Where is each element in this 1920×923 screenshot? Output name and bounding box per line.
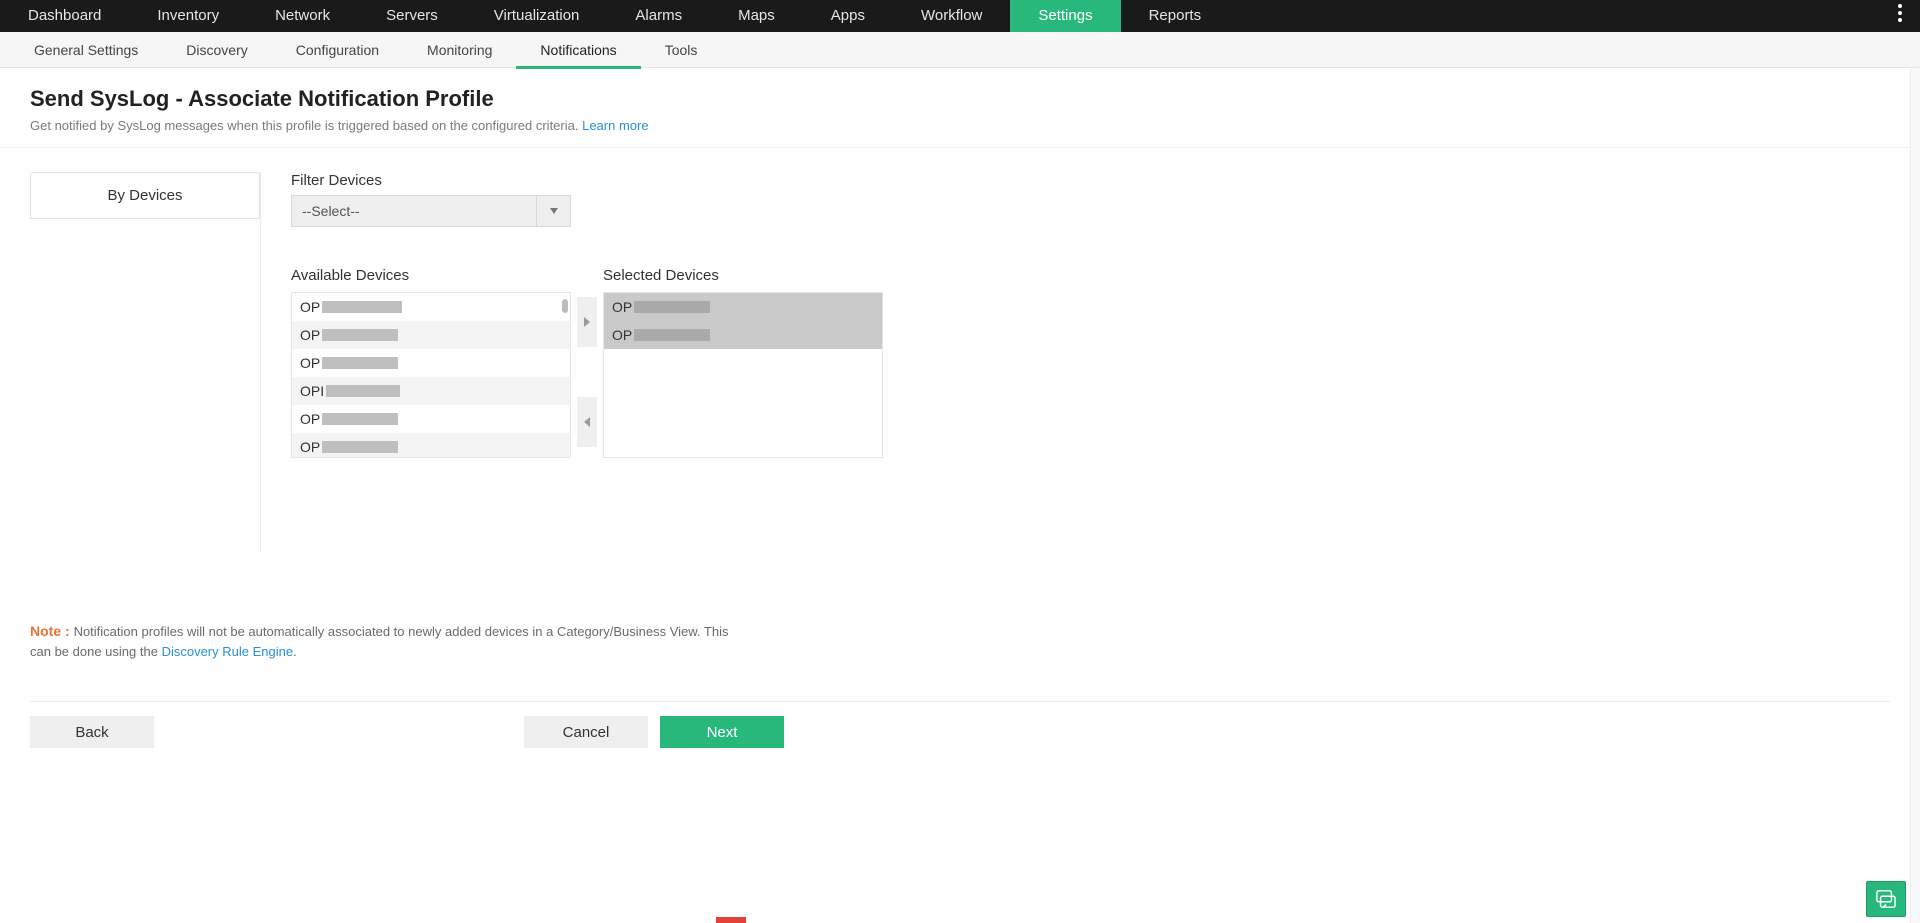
masked-text (322, 413, 398, 425)
device-prefix: OP (612, 327, 632, 343)
left-tabs: By Devices (30, 172, 260, 552)
masked-text (322, 357, 398, 369)
device-prefix: OP (300, 355, 320, 371)
chat-widget-button[interactable] (1866, 881, 1906, 917)
nav-virtualization[interactable]: Virtualization (466, 0, 608, 32)
subnav-monitoring[interactable]: Monitoring (403, 32, 516, 68)
learn-more-link[interactable]: Learn more (582, 118, 648, 133)
masked-text (322, 441, 398, 453)
masked-text (634, 329, 710, 341)
filter-devices-select[interactable]: --Select-- (291, 195, 571, 227)
subnav-configuration[interactable]: Configuration (272, 32, 403, 68)
list-item[interactable]: OP (604, 321, 882, 349)
nav-maps[interactable]: Maps (710, 0, 803, 32)
note-text: Notification profiles will not be automa… (30, 624, 728, 659)
selected-devices-list[interactable]: OP OP (603, 292, 883, 458)
device-prefix: OPI (300, 383, 324, 399)
list-item[interactable]: OP (604, 293, 882, 321)
note-block: Note : Notification profiles will not be… (0, 622, 760, 661)
note-text-part1: Notification profiles will not be automa… (30, 624, 728, 659)
top-nav: Dashboard Inventory Network Servers Virt… (0, 0, 1920, 32)
note-text-part2: . (293, 644, 297, 659)
list-item[interactable]: OP (292, 405, 570, 433)
nav-network[interactable]: Network (247, 0, 358, 32)
nav-apps[interactable]: Apps (803, 0, 893, 32)
right-scrollbar-track[interactable] (1910, 68, 1920, 923)
list-item[interactable]: OPI (292, 377, 570, 405)
nav-dashboard[interactable]: Dashboard (0, 0, 129, 32)
nav-inventory[interactable]: Inventory (129, 0, 247, 32)
nav-workflow[interactable]: Workflow (893, 0, 1010, 32)
page-description: Get notified by SysLog messages when thi… (30, 118, 1890, 133)
device-prefix: OP (612, 299, 632, 315)
discovery-rule-engine-link[interactable]: Discovery Rule Engine (162, 644, 294, 659)
select-value: --Select-- (292, 196, 536, 226)
note-label: Note : (30, 623, 74, 639)
list-item[interactable]: OP (292, 321, 570, 349)
available-devices-list[interactable]: OP OP OP OPI OP OP (291, 292, 571, 458)
subnav-tools[interactable]: Tools (641, 32, 722, 68)
device-prefix: OP (300, 299, 320, 315)
tab-by-devices[interactable]: By Devices (30, 172, 260, 219)
selected-devices-label: Selected Devices (603, 267, 883, 284)
subnav-notifications[interactable]: Notifications (516, 32, 640, 68)
chevron-right-icon (584, 317, 590, 327)
footer-buttons: Back Cancel Next (0, 702, 1920, 778)
next-button[interactable]: Next (660, 716, 784, 748)
back-button[interactable]: Back (30, 716, 154, 748)
nav-alarms[interactable]: Alarms (607, 0, 710, 32)
masked-text (634, 301, 710, 313)
sub-nav: General Settings Discovery Configuration… (0, 32, 1920, 68)
kebab-menu-icon[interactable] (1898, 4, 1902, 22)
vertical-divider (260, 172, 261, 552)
chevron-down-icon (536, 196, 570, 226)
device-prefix: OP (300, 439, 320, 455)
move-right-button[interactable] (577, 297, 597, 347)
nav-settings[interactable]: Settings (1010, 0, 1120, 32)
device-prefix: OP (300, 411, 320, 427)
page-desc-text: Get notified by SysLog messages when thi… (30, 118, 582, 133)
masked-text (326, 385, 400, 397)
list-item[interactable]: OP (292, 433, 570, 458)
page-title: Send SysLog - Associate Notification Pro… (30, 86, 1890, 112)
divider (0, 147, 1920, 148)
masked-text (322, 301, 402, 313)
transfer-arrows (571, 267, 603, 458)
chevron-left-icon (584, 417, 590, 427)
list-item[interactable]: OP (292, 293, 570, 321)
nav-servers[interactable]: Servers (358, 0, 466, 32)
chat-icon (1875, 889, 1897, 909)
scrollbar-thumb[interactable] (562, 299, 568, 313)
list-item[interactable]: OP (292, 349, 570, 377)
cancel-button[interactable]: Cancel (524, 716, 648, 748)
available-devices-label: Available Devices (291, 267, 571, 284)
move-left-button[interactable] (577, 397, 597, 447)
subnav-discovery[interactable]: Discovery (162, 32, 271, 68)
subnav-general-settings[interactable]: General Settings (10, 32, 162, 68)
nav-reports[interactable]: Reports (1121, 0, 1230, 32)
device-prefix: OP (300, 327, 320, 343)
filter-devices-label: Filter Devices (291, 172, 931, 189)
masked-text (322, 329, 398, 341)
bottom-progress-indicator (716, 917, 746, 923)
